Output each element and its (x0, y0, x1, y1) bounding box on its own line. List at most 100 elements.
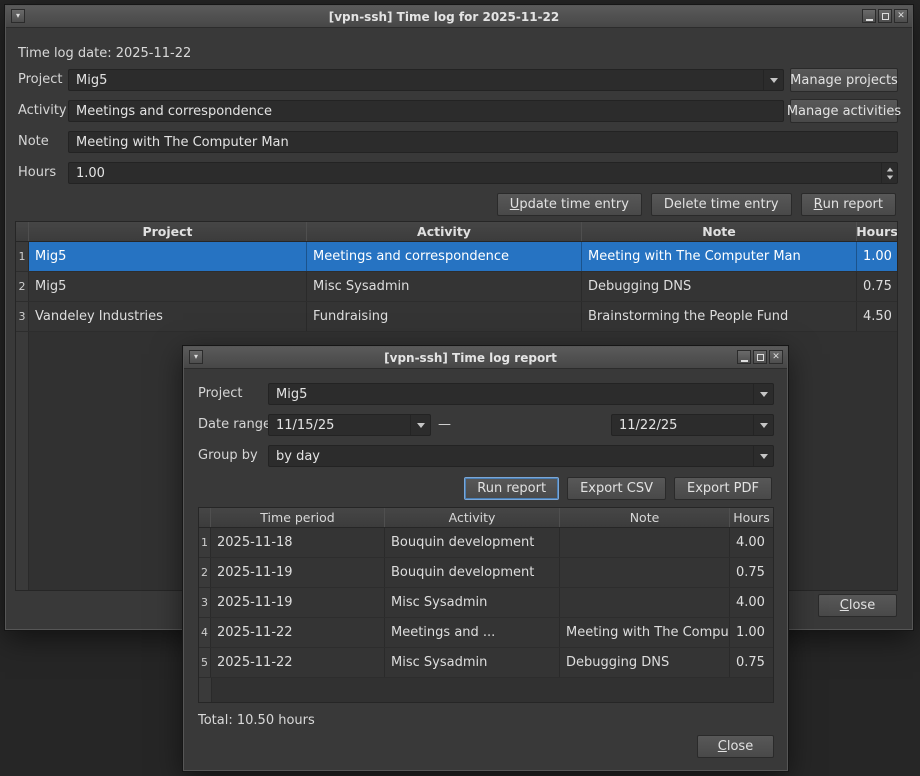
date-from-combobox[interactable]: 11/15/25 (268, 414, 431, 436)
date-range-label: Date range (198, 414, 271, 436)
row-number: 3 (199, 588, 211, 617)
cell-period: 2025-11-19 (211, 588, 385, 617)
report-run-report-button[interactable]: Run report (464, 477, 559, 500)
table-row[interactable]: 2 Mig5 Misc Sysadmin Debugging DNS 0.75 (16, 272, 897, 302)
chevron-down-icon[interactable] (753, 446, 773, 466)
maximize-button[interactable] (878, 9, 892, 23)
delete-time-entry-button[interactable]: Delete time entry (651, 193, 792, 216)
chevron-down-icon[interactable] (753, 415, 773, 435)
spin-up-icon[interactable] (886, 167, 892, 171)
report-titlebar[interactable]: ▾ [vpn-ssh] Time log report ✕ (184, 347, 787, 369)
cell-activity: Bouquin development (385, 558, 560, 587)
header-corner (16, 222, 29, 241)
row-number: 2 (199, 558, 211, 587)
activity-input[interactable]: Meetings and correspondence (68, 100, 784, 122)
window-menu-icon[interactable]: ▾ (189, 350, 203, 364)
update-time-entry-button[interactable]: Update time entry (497, 193, 642, 216)
row-number: 1 (16, 242, 29, 271)
table-header: Project Activity Note Hours (16, 222, 897, 242)
cell-project: Mig5 (29, 242, 307, 271)
header-note[interactable]: Note (560, 508, 730, 527)
export-csv-button[interactable]: Export CSV (567, 477, 666, 500)
cell-activity: Meetings and ... (385, 618, 560, 647)
table-row[interactable]: 1 2025-11-18 Bouquin development 4.00 (199, 528, 773, 558)
header-project[interactable]: Project (29, 222, 307, 241)
report-close-button[interactable]: Close (697, 735, 774, 758)
table-row[interactable]: 3 Vandeley Industries Fundraising Brains… (16, 302, 897, 332)
spinbox-arrows[interactable] (881, 163, 897, 183)
table-row[interactable]: 1 Mig5 Meetings and correspondence Meeti… (16, 242, 897, 272)
time-log-date-label: Time log date: 2025-11-22 (18, 46, 191, 61)
row-number: 4 (199, 618, 211, 647)
cell-activity: Misc Sysadmin (385, 588, 560, 617)
total-hours-label: Total: 10.50 hours (198, 713, 315, 728)
table-row[interactable]: 3 2025-11-19 Misc Sysadmin 4.00 (199, 588, 773, 618)
date-to-combobox[interactable]: 11/22/25 (611, 414, 774, 436)
cell-hours: 1.00 (857, 242, 897, 271)
chevron-down-icon[interactable] (410, 415, 430, 435)
window-menu-icon[interactable]: ▾ (11, 9, 25, 23)
minimize-icon (866, 19, 873, 21)
cell-hours: 0.75 (857, 272, 897, 301)
report-project-combobox[interactable]: Mig5 (268, 383, 774, 405)
group-by-value: by day (269, 449, 327, 464)
maximize-button[interactable] (753, 350, 767, 364)
table-row[interactable]: 5 2025-11-22 Misc Sysadmin Debugging DNS… (199, 648, 773, 678)
project-label: Project (18, 69, 62, 91)
cell-hours: 1.00 (730, 618, 773, 647)
project-combobox[interactable]: Mig5 (68, 69, 784, 91)
run-report-button[interactable]: Run report (801, 193, 896, 216)
row-number: 3 (16, 302, 29, 331)
cell-period: 2025-11-22 (211, 648, 385, 677)
hours-spinbox[interactable]: 1.00 (68, 162, 898, 184)
close-window-button[interactable]: ✕ (769, 350, 783, 364)
cell-hours: 0.75 (730, 648, 773, 677)
cell-hours: 0.75 (730, 558, 773, 587)
note-label: Note (18, 131, 49, 153)
header-hours[interactable]: Hours (730, 508, 773, 527)
header-hours[interactable]: Hours (857, 222, 897, 241)
chevron-down-icon[interactable] (763, 70, 783, 90)
cell-period: 2025-11-22 (211, 618, 385, 647)
manage-activities-button[interactable]: Manage activities (790, 99, 898, 123)
minimize-button[interactable] (737, 350, 751, 364)
cell-hours: 4.00 (730, 528, 773, 557)
project-combobox-value: Mig5 (69, 73, 114, 88)
group-by-label: Group by (198, 445, 258, 467)
row-number: 1 (199, 528, 211, 557)
cell-note: Debugging DNS (582, 272, 857, 301)
cell-period: 2025-11-18 (211, 528, 385, 557)
header-time-period[interactable]: Time period (211, 508, 385, 527)
minimize-button[interactable] (862, 9, 876, 23)
cell-note: Debugging DNS (560, 648, 730, 677)
close-icon: ✕ (772, 353, 780, 362)
activity-label: Activity (18, 100, 67, 122)
cell-activity: Misc Sysadmin (307, 272, 582, 301)
cell-activity: Meetings and correspondence (307, 242, 582, 271)
table-header: Time period Activity Note Hours (199, 508, 773, 528)
header-note[interactable]: Note (582, 222, 857, 241)
cell-note: Brainstorming the People Fund (582, 302, 857, 331)
report-table: Time period Activity Note Hours 1 2025-1… (198, 507, 774, 703)
close-button[interactable]: Close (818, 594, 897, 617)
cell-note (560, 528, 730, 557)
header-activity[interactable]: Activity (307, 222, 582, 241)
close-window-button[interactable]: ✕ (894, 9, 908, 23)
table-row[interactable]: 2 2025-11-19 Bouquin development 0.75 (199, 558, 773, 588)
group-by-combobox[interactable]: by day (268, 445, 774, 467)
note-input-value: Meeting with The Computer Man (69, 135, 296, 150)
close-icon: ✕ (897, 12, 905, 21)
manage-projects-button[interactable]: Manage projects (790, 68, 898, 92)
note-input[interactable]: Meeting with The Computer Man (68, 131, 898, 153)
chevron-down-icon[interactable] (753, 384, 773, 404)
cell-hours: 4.00 (730, 588, 773, 617)
export-pdf-button[interactable]: Export PDF (674, 477, 772, 500)
table-row[interactable]: 4 2025-11-22 Meetings and ... Meeting wi… (199, 618, 773, 648)
cell-hours: 4.50 (857, 302, 897, 331)
header-activity[interactable]: Activity (385, 508, 560, 527)
spin-down-icon[interactable] (886, 175, 892, 179)
date-range-separator: — (438, 414, 451, 436)
row-number: 2 (16, 272, 29, 301)
main-titlebar[interactable]: ▾ [vpn-ssh] Time log for 2025-11-22 ✕ (6, 6, 912, 28)
cell-note: Meeting with The Computer... (560, 618, 730, 647)
